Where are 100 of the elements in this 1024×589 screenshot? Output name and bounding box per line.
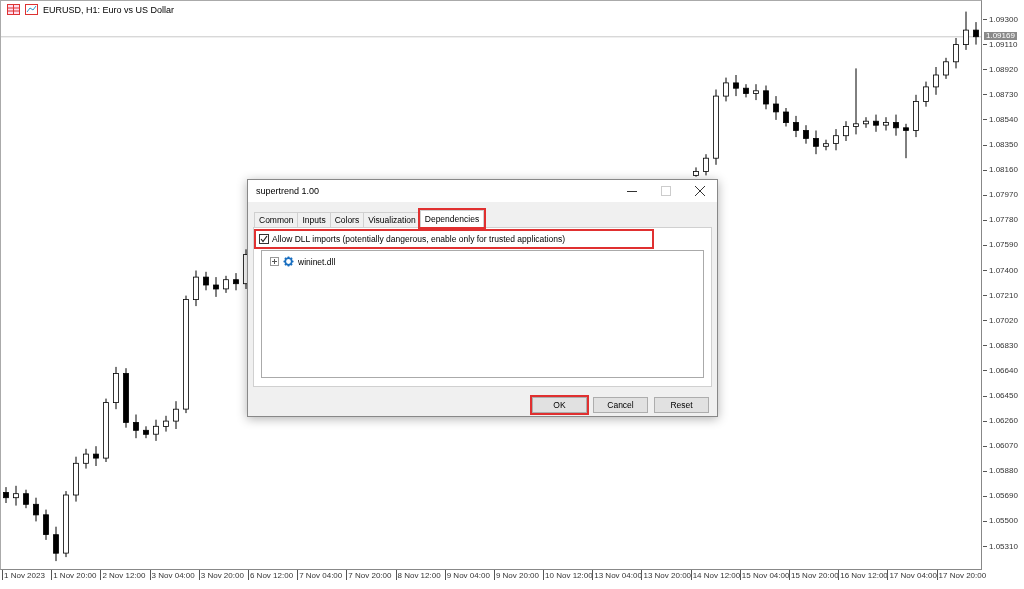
time-label: 9 Nov 04:00: [444, 570, 490, 580]
price-label: 1.05690: [989, 492, 1018, 501]
candlestick: [233, 272, 239, 291]
time-label: 13 Nov 04:00: [592, 570, 642, 580]
dialog-button[interactable]: Reset: [654, 397, 709, 413]
candlestick: [973, 21, 979, 46]
maximize-icon: [661, 186, 671, 196]
candlestick: [793, 115, 799, 138]
candlestick: [803, 124, 809, 145]
candlestick: [173, 400, 179, 430]
gear-icon: [283, 256, 294, 267]
price-label: 1.05880: [989, 467, 1018, 476]
candlestick: [33, 497, 39, 522]
price-label: 1.08730: [989, 90, 1018, 99]
price-label: 1.06260: [989, 417, 1018, 426]
time-label: 17 Nov 20:00: [936, 570, 987, 580]
price-label: 1.06830: [989, 341, 1018, 350]
candlestick: [753, 83, 759, 101]
candlestick: [763, 85, 769, 110]
time-label: 8 Nov 12:00: [395, 570, 441, 580]
candlestick: [733, 74, 739, 97]
price-label: 1.05500: [989, 517, 1018, 526]
checkbox-label[interactable]: Allow DLL imports (potentially dangerous, enable only for trusted applications): [272, 234, 566, 244]
candlestick: [3, 486, 9, 504]
price-label: 1.06450: [989, 392, 1018, 400]
checkbox[interactable]: [259, 234, 269, 244]
candlestick: [823, 139, 829, 151]
price-label: 1.08350: [989, 141, 1018, 149]
dialog-button[interactable]: Cancel: [593, 397, 648, 413]
expand-icon[interactable]: [270, 257, 279, 266]
dialog-title: supertrend 1.00: [256, 186, 321, 196]
price-label: 1.08920: [989, 65, 1018, 74]
current-price-tag: 1.09169: [984, 32, 1017, 41]
candlestick: [53, 526, 59, 562]
close-icon: [695, 186, 705, 196]
candlestick: [853, 67, 859, 135]
candlestick: [193, 270, 199, 307]
candlestick: [13, 485, 19, 507]
table-icon[interactable]: [7, 4, 20, 15]
candlestick: [963, 11, 969, 51]
candlestick: [723, 77, 729, 102]
time-label: 14 Nov 12:00: [690, 570, 741, 580]
time-label: 17 Nov 04:00: [887, 570, 937, 580]
time-label: 1 Nov 2023: [2, 570, 45, 580]
candlestick: [43, 509, 49, 541]
candlestick: [863, 116, 869, 129]
price-label: 1.07210: [989, 291, 1018, 300]
price-label: 1.07020: [989, 316, 1018, 325]
time-label: 3 Nov 20:00: [198, 570, 244, 580]
time-label: 1 Nov 20:00: [51, 570, 97, 580]
candlestick: [893, 114, 899, 137]
time-label: 10 Nov 12:00: [543, 570, 593, 580]
tree-item[interactable]: wininet.dll: [298, 256, 336, 267]
time-label: 15 Nov 04:00: [739, 570, 790, 580]
time-label: 6 Nov 12:00: [247, 570, 294, 580]
time-label: 7 Nov 20:00: [346, 570, 392, 580]
candlestick: [783, 107, 789, 127]
candlestick: [923, 81, 929, 108]
candlestick: [133, 414, 139, 439]
candlestick: [903, 123, 909, 159]
tab[interactable]: Common: [254, 212, 299, 227]
time-label: 13 Nov 20:00: [641, 570, 692, 580]
candlestick: [943, 57, 949, 80]
price-label: 1.06070: [989, 442, 1018, 451]
candlestick: [23, 489, 29, 509]
price-label: 1.07400: [989, 266, 1018, 275]
price-label: 1.08540: [989, 115, 1018, 124]
candlestick: [743, 83, 749, 98]
chart-window-icon[interactable]: [25, 4, 38, 15]
tab[interactable]: Dependencies: [419, 210, 485, 227]
price-label: 1.07970: [989, 191, 1018, 200]
time-label: 3 Nov 04:00: [149, 570, 195, 580]
price-label: 1.09300: [989, 15, 1018, 24]
price-label: 1.08160: [989, 166, 1018, 175]
chart-title: EURUSD, H1: Euro vs US Dollar: [43, 4, 175, 15]
time-label: 9 Nov 20:00: [493, 570, 539, 580]
time-label: 15 Nov 20:00: [789, 570, 839, 580]
candlestick: [203, 271, 209, 291]
candlestick: [843, 120, 849, 142]
price-label: 1.06640: [989, 366, 1018, 375]
candlestick: [143, 425, 149, 439]
candlestick: [813, 130, 819, 155]
price-label: 1.07590: [989, 241, 1018, 250]
candlestick: [163, 415, 169, 433]
candlestick: [773, 95, 779, 121]
time-label: 7 Nov 04:00: [297, 570, 343, 580]
candlestick: [883, 116, 889, 131]
candlestick: [693, 166, 699, 178]
candlestick: [83, 448, 89, 470]
tab[interactable]: Inputs: [297, 212, 331, 227]
time-label: 16 Nov 12:00: [838, 570, 888, 580]
candlestick: [93, 445, 99, 467]
price-label: 1.05310: [989, 542, 1018, 551]
candlestick: [953, 37, 959, 69]
candlestick: [153, 419, 159, 442]
price-label: 1.07780: [989, 216, 1018, 225]
price-label: 1.09110: [989, 40, 1018, 49]
dialog-button[interactable]: OK: [532, 397, 587, 413]
time-label: 2 Nov 12:00: [100, 570, 146, 580]
candlestick: [703, 153, 709, 176]
